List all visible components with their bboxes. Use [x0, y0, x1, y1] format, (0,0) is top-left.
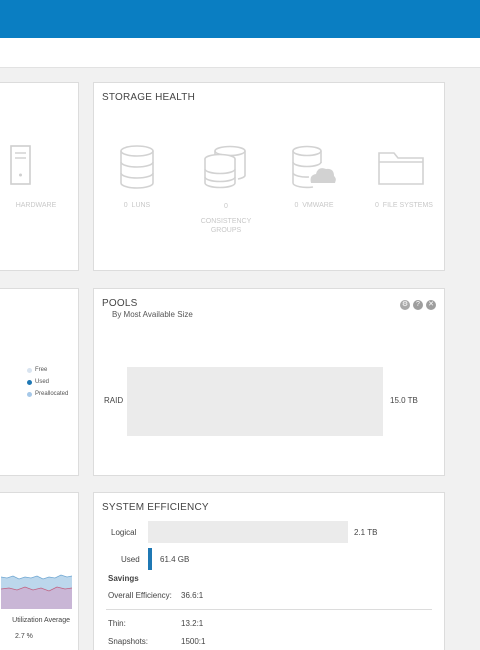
- settings-icon[interactable]: ⚙: [400, 300, 410, 310]
- hardware-label: HARDWARE: [15, 202, 57, 209]
- card-tools: ⚙ ? ✕: [400, 300, 436, 310]
- file-systems-icon: [378, 152, 424, 185]
- divider: [106, 609, 432, 610]
- file-systems-label: 0 FILE SYSTEMS: [375, 202, 433, 209]
- sub-navigation-bar: [0, 38, 480, 68]
- pools-card: POOLS By Most Available Size ⚙ ? ✕ RAID …: [93, 288, 445, 476]
- vmware-icon: [292, 145, 336, 189]
- thin-value: 13.2:1: [181, 619, 204, 628]
- legend-free: Free: [27, 367, 47, 373]
- logical-bar: [148, 521, 348, 543]
- card-title: POOLS: [102, 298, 138, 309]
- luns-icon: [120, 145, 154, 189]
- system-health-card: HARDWARE: [0, 82, 79, 271]
- system-performance-card: Utilization Average 2.7 %: [0, 492, 79, 650]
- logical-label: Logical: [111, 528, 137, 537]
- savings-label: Savings: [108, 574, 139, 583]
- used-bar: [148, 548, 152, 570]
- logical-value: 2.1 TB: [354, 528, 378, 537]
- pool-size: 15.0 TB: [390, 396, 418, 405]
- snapshots-label: Snapshots:: [108, 637, 149, 646]
- utilization-average-value: 2.7 %: [15, 633, 33, 640]
- system-capacity-card: Free Used Preallocated: [0, 288, 79, 476]
- free-swatch: [27, 367, 32, 373]
- pool-name: RAID: [104, 396, 124, 405]
- consistency-groups-icon: [204, 145, 246, 189]
- overall-efficiency-label: Overall Efficiency:: [108, 591, 172, 600]
- top-header-bar: [0, 0, 480, 38]
- pool-capacity-bar[interactable]: [127, 367, 383, 436]
- consistency-groups-label: 0 CONSISTENCY GROUPS: [200, 203, 252, 234]
- performance-chart: [1, 574, 72, 609]
- legend-used: Used: [27, 379, 49, 385]
- vmware-label: 0 VMWARE: [294, 202, 334, 209]
- legend-preallocated: Preallocated: [27, 391, 68, 397]
- preallocated-swatch: [27, 391, 32, 397]
- luns-label: 0 LUNS: [123, 202, 151, 209]
- system-efficiency-card: SYSTEM EFFICIENCY Logical 2.1 TB Used 61…: [93, 492, 445, 650]
- card-title: SYSTEM EFFICIENCY: [102, 502, 209, 513]
- card-subtitle: By Most Available Size: [112, 310, 193, 319]
- used-swatch: [27, 379, 32, 385]
- close-icon[interactable]: ✕: [426, 300, 436, 310]
- hardware-icon: [10, 145, 31, 185]
- card-title: STORAGE HEALTH: [102, 92, 196, 103]
- utilization-average-label: Utilization Average: [12, 617, 70, 624]
- overall-efficiency-value: 36.6:1: [181, 591, 204, 600]
- used-label: Used: [121, 555, 140, 564]
- help-icon[interactable]: ?: [413, 300, 423, 310]
- used-value: 61.4 GB: [160, 555, 190, 564]
- thin-label: Thin:: [108, 619, 126, 628]
- storage-health-card: STORAGE HEALTH 0 LUNS 0 CONSISTENCY GROU…: [93, 82, 445, 271]
- snapshots-value: 1500:1: [181, 637, 206, 646]
